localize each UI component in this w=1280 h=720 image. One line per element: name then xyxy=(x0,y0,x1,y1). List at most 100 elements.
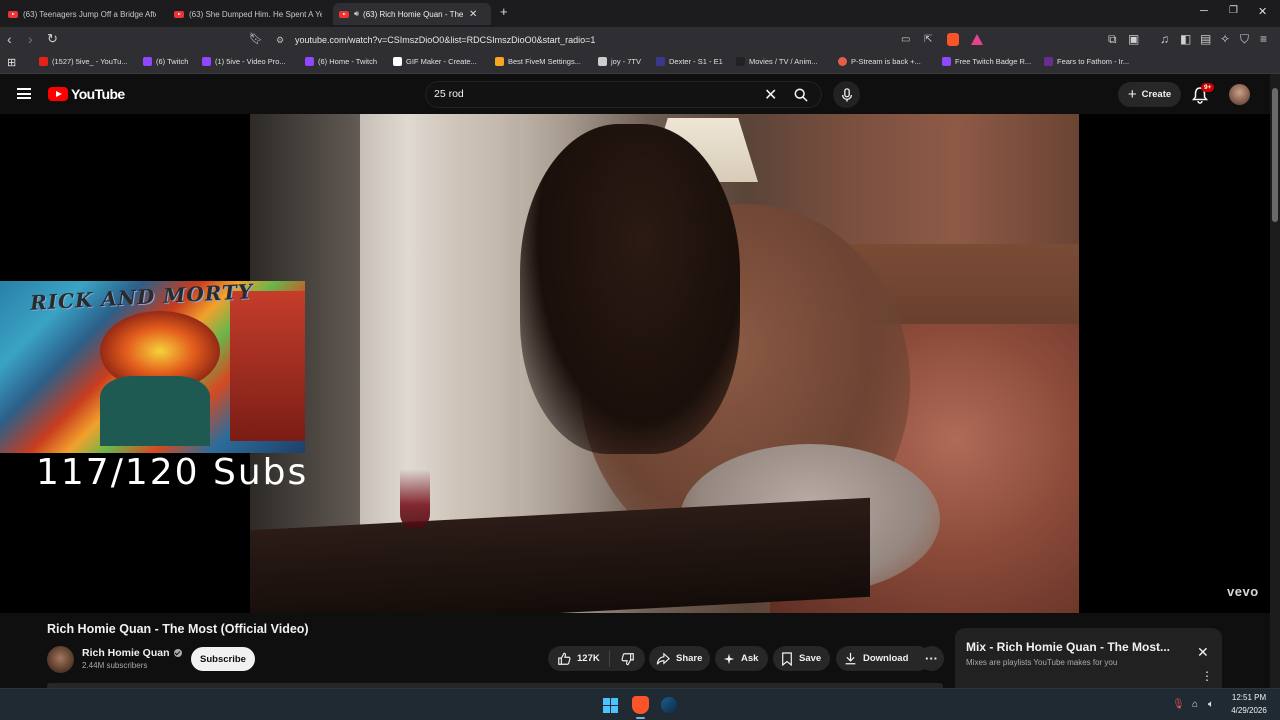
mix-title[interactable]: Mix - Rich Homie Quan - The Most... xyxy=(966,640,1170,654)
youtube-favicon-icon xyxy=(174,10,184,18)
bookmark-label: GIF Maker - Create... xyxy=(406,57,477,66)
twitch-icon xyxy=(942,57,951,66)
youtube-play-icon xyxy=(48,87,68,101)
media-controls-icon[interactable]: ♫ xyxy=(1160,32,1169,46)
like-count: 127K xyxy=(577,653,600,664)
channel-avatar[interactable] xyxy=(47,646,74,673)
search-box: ✕ xyxy=(425,81,822,108)
page-scrollbar[interactable] xyxy=(1270,74,1280,688)
sparkle-icon[interactable]: ✧ xyxy=(1220,32,1230,46)
overlay-art-title: RICK AND MORTY xyxy=(29,281,254,315)
reload-button[interactable]: ↻ xyxy=(47,32,58,46)
leo-ai-icon[interactable]: ▤ xyxy=(1200,32,1211,46)
clear-search-icon[interactable]: ✕ xyxy=(764,85,777,105)
close-window-button[interactable]: ✕ xyxy=(1258,5,1267,18)
mix-subtitle: Mixes are playlists YouTube makes for yo… xyxy=(966,658,1118,667)
browser-menu-icon[interactable]: ≡ xyxy=(1260,32,1267,46)
microphone-in-use-icon[interactable]: 🎙︎ xyxy=(1172,699,1185,710)
browser-tab-3-active[interactable]: 🔊︎ (63) Rich Homie Quan - The Most (Offi… xyxy=(333,3,491,25)
bookmark-item[interactable]: Movies / TV / Anim... xyxy=(736,57,818,66)
forward-button[interactable]: › xyxy=(28,32,33,46)
save-button[interactable]: Save xyxy=(773,646,830,671)
bookmark-label: Fears to Fathom - Ir... xyxy=(1057,57,1130,66)
scrollbar-thumb[interactable] xyxy=(1272,88,1278,222)
bookmark-item[interactable]: joy - 7TV xyxy=(598,57,641,66)
7tv-icon xyxy=(598,57,607,66)
cast-icon[interactable]: ▭ xyxy=(901,34,910,45)
youtube-logo[interactable]: YouTube xyxy=(48,86,125,102)
table-shape xyxy=(250,497,870,613)
close-mix-icon[interactable]: ✕ xyxy=(1197,644,1209,661)
hamburger-menu-icon[interactable] xyxy=(17,88,31,99)
sidebar-toggle-icon[interactable]: ◧ xyxy=(1180,32,1191,46)
channel-name-row[interactable]: Rich Homie Quan xyxy=(82,647,182,659)
browser-tab-1[interactable]: (63) Teenagers Jump Off a Bridge Afte xyxy=(8,3,156,25)
close-tab-icon[interactable]: ✕ xyxy=(469,9,477,20)
active-app-indicator xyxy=(636,717,645,719)
back-button[interactable]: ‹ xyxy=(7,32,12,46)
windows-start-icon[interactable] xyxy=(603,698,618,713)
browser-tab-2[interactable]: (63) She Dumped Him. He Spent A Ye xyxy=(174,3,322,25)
address-bar[interactable]: ⚙︎ youtube.com/watch?v=CSImszDioO0&list=… xyxy=(268,30,988,50)
extensions-icon[interactable]: ⧉ xyxy=(1108,32,1117,46)
p-stream-icon xyxy=(838,57,847,66)
video-frame xyxy=(250,114,1079,613)
speaker-icon: 🔊︎ xyxy=(354,9,360,18)
create-button[interactable]: + Create xyxy=(1118,82,1181,107)
bookmark-item[interactable]: P-Stream is back +... xyxy=(838,57,921,66)
brave-rewards-icon[interactable] xyxy=(971,34,983,45)
bookmark-item[interactable]: (1) 5ive - Video Pro... xyxy=(202,57,286,66)
voice-search-button[interactable] xyxy=(833,81,860,108)
new-tab-button[interactable]: + xyxy=(500,4,508,19)
woman-hair-shape xyxy=(520,124,740,454)
like-button[interactable]: 127K xyxy=(548,650,610,667)
share-arrow-icon xyxy=(656,651,670,665)
clock-date[interactable]: 4/29/2026 xyxy=(1227,706,1271,715)
bookmark-item[interactable]: (6) Home - Twitch xyxy=(305,57,377,66)
minimize-button[interactable]: ─ xyxy=(1200,5,1208,17)
bookmark-item[interactable]: Free Twitch Badge R... xyxy=(942,57,1031,66)
video-player[interactable]: RICK AND MORTY 117/120 Subs vevo xyxy=(0,114,1270,613)
bookmarks-bar: ⊞ (1527) 5ive_ - YouTu... (6) Twitch (1)… xyxy=(0,53,1280,74)
account-avatar[interactable] xyxy=(1229,84,1250,105)
monster-side-shape xyxy=(230,291,305,441)
bookmark-item[interactable]: (6) Twitch xyxy=(143,57,188,66)
dexter-icon xyxy=(656,57,665,66)
mix-more-options-icon[interactable]: ⋮ xyxy=(1201,670,1213,682)
search-input[interactable] xyxy=(434,88,734,100)
bookmark-label: Best FiveM Settings... xyxy=(508,57,581,66)
channel-name: Rich Homie Quan xyxy=(82,647,170,659)
bookmark-item[interactable]: (1527) 5ive_ - YouTu... xyxy=(39,57,128,66)
vpn-shield-icon[interactable]: ⛉ xyxy=(1240,32,1249,46)
brave-shields-icon[interactable] xyxy=(947,33,959,46)
restore-button[interactable]: ❐ xyxy=(1229,5,1238,16)
bookmark-item[interactable]: Fears to Fathom - Ir... xyxy=(1044,57,1129,66)
share-button[interactable]: Share xyxy=(649,646,710,671)
bookmark-page-icon[interactable]: 🔖︎ xyxy=(249,32,263,46)
bookmark-label: Dexter - S1 - E1 xyxy=(669,57,723,66)
download-button[interactable]: Download xyxy=(836,646,930,671)
ask-button[interactable]: Ask xyxy=(715,646,768,671)
thumbs-up-icon xyxy=(558,652,571,665)
volume-icon[interactable]: 🔈︎ xyxy=(1208,699,1214,710)
apps-grid-icon[interactable]: ⊞ xyxy=(7,56,16,69)
network-icon[interactable]: ⌂ xyxy=(1192,699,1198,710)
bookmark-label: Movies / TV / Anim... xyxy=(749,57,818,66)
fivem-icon xyxy=(495,57,504,66)
save-label: Save xyxy=(799,653,822,664)
search-icon[interactable] xyxy=(794,88,808,102)
dislike-button[interactable] xyxy=(610,652,645,666)
bookmark-item[interactable]: Best FiveM Settings... xyxy=(495,57,581,66)
share-page-icon[interactable]: ⇱ xyxy=(924,34,932,45)
wallet-icon[interactable]: ▣ xyxy=(1128,32,1139,46)
site-info-icon[interactable]: ⚙︎ xyxy=(276,35,284,46)
subscriber-count: 2.44M subscribers xyxy=(82,661,148,670)
bookmark-item[interactable]: Dexter - S1 - E1 xyxy=(656,57,723,66)
subscribe-button[interactable]: Subscribe xyxy=(191,647,255,671)
video-title: Rich Homie Quan - The Most (Official Vid… xyxy=(47,622,309,636)
more-actions-icon[interactable]: ··· xyxy=(919,646,944,671)
clock-time[interactable]: 12:51 PM xyxy=(1229,693,1269,702)
steam-icon[interactable] xyxy=(661,697,677,713)
bookmark-item[interactable]: GIF Maker - Create... xyxy=(393,57,477,66)
brave-browser-icon[interactable] xyxy=(632,696,649,714)
